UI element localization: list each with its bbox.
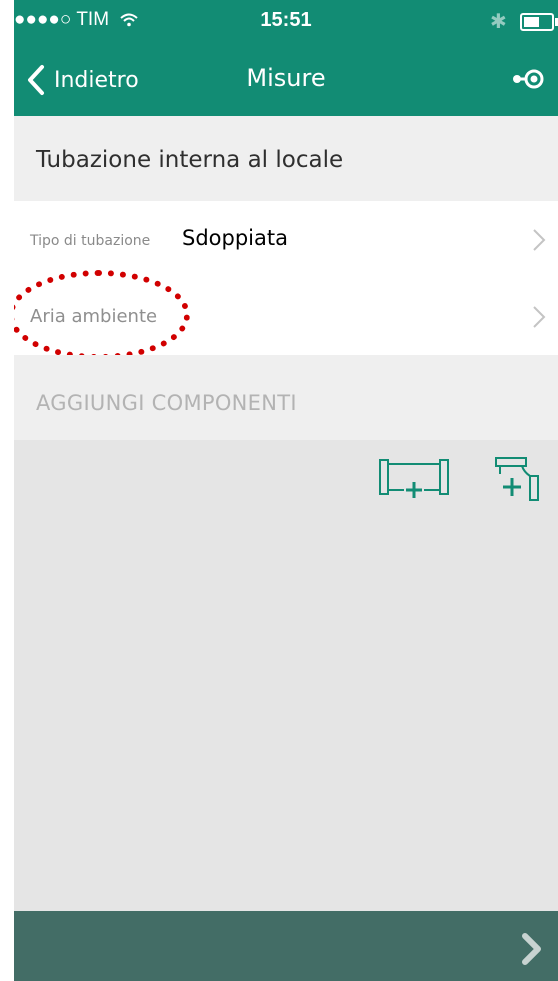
status-time: 15:51: [260, 9, 312, 31]
page-title: Misure: [246, 64, 326, 92]
status-right: ✱: [489, 9, 558, 34]
air-source-row[interactable]: Aria ambiente: [14, 278, 558, 355]
pipe-type-value: Sdoppiata: [182, 226, 288, 250]
components-area: [14, 440, 558, 911]
status-bar: ●●●●○ TIM 15:51 ✱: [14, 0, 558, 44]
section-title: Tubazione interna al locale: [36, 147, 344, 173]
chevron-right-icon: [533, 229, 546, 251]
pipe-type-row[interactable]: Tipo di tubazione Sdoppiata: [14, 201, 558, 278]
add-elbow-icon[interactable]: [492, 456, 542, 502]
chevron-right-icon: [533, 306, 546, 328]
bluetooth-icon: ✱: [489, 11, 507, 33]
top-bar: ●●●●○ TIM 15:51 ✱ Indietro Misure: [14, 0, 558, 116]
battery-icon: [520, 12, 558, 31]
app-screen: ●●●●○ TIM 15:51 ✱ Indietro Misure Tubazi…: [14, 0, 558, 981]
key-settings-icon[interactable]: [512, 66, 544, 92]
section-header: Tubazione interna al locale: [14, 116, 558, 201]
pipe-type-label: Tipo di tubazione: [30, 233, 151, 249]
components-title: AGGIUNGI COMPONENTI: [36, 391, 297, 415]
add-pipe-icon[interactable]: [378, 458, 450, 498]
components-header: AGGIUNGI COMPONENTI: [14, 355, 558, 440]
air-source-label: Aria ambiente: [30, 306, 158, 327]
navigation-bar: Indietro Misure: [14, 44, 558, 116]
bottom-bar: [14, 911, 558, 981]
chevron-right-icon[interactable]: [520, 932, 544, 966]
